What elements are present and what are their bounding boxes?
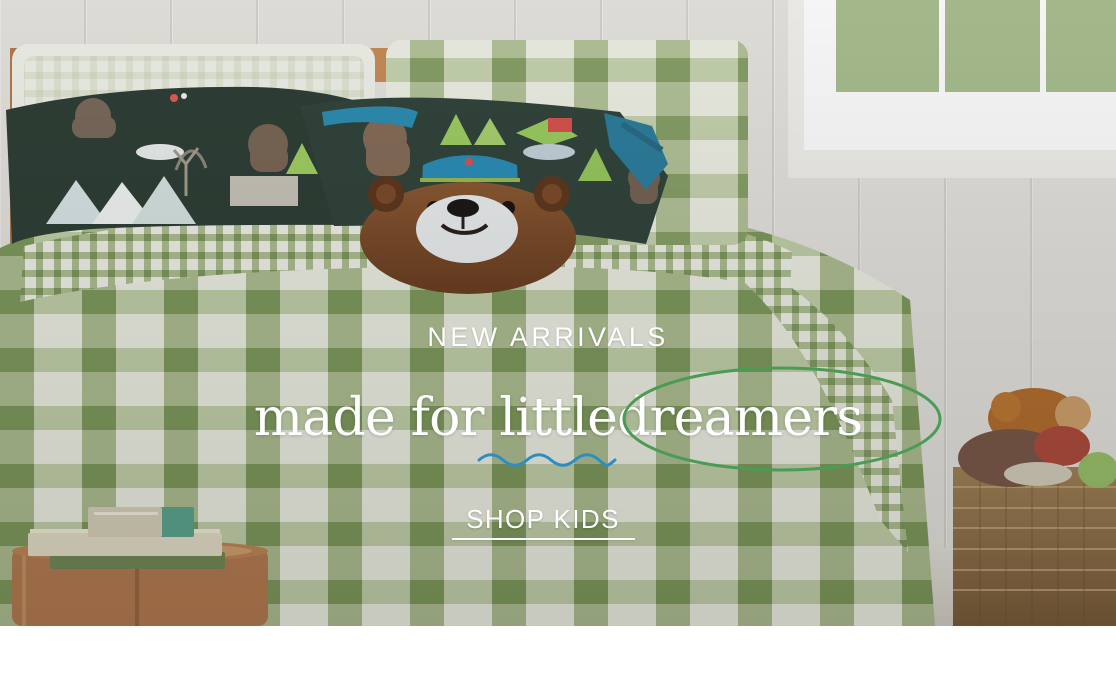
shop-kids-underline	[452, 538, 635, 540]
hero-headline-highlight: dreamers	[617, 388, 863, 448]
hero-eyebrow: NEW ARRIVALS	[427, 322, 669, 352]
shop-kids-button[interactable]: SHOP KIDS	[451, 497, 635, 541]
hero-headline: made for little dreamers	[0, 386, 1116, 450]
hero-banner[interactable]: NEW ARRIVALS made for little dreamers SH…	[0, 0, 1116, 626]
page-bottom-strip	[0, 626, 1116, 679]
hero-headline-prefix: made for little	[253, 388, 618, 448]
